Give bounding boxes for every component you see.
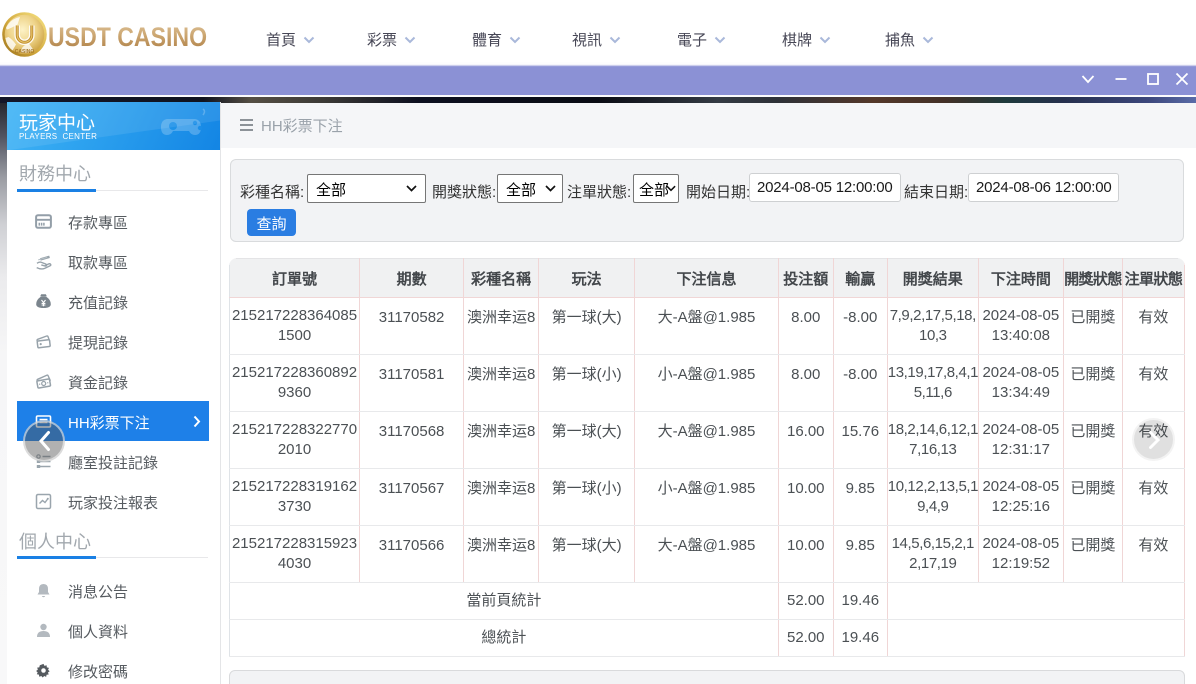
svg-text:CASINO: CASINO [15, 49, 35, 55]
